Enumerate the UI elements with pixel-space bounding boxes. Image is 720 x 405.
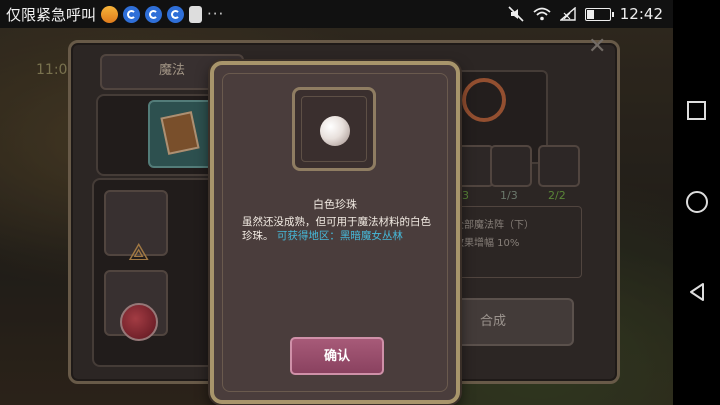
home-icon[interactable] (686, 191, 708, 213)
item-info-popup: 白色珍珠 虽然还没成熟，但可用于魔法材料的白色珍珠。 可获得地区：黑暗魔女丛林 … (210, 61, 460, 404)
carrier-text: 仅限紧急呼叫 (6, 5, 97, 24)
mute-icon (508, 6, 524, 22)
status-left: 仅限紧急呼叫 ··· (0, 4, 224, 25)
recent-apps-icon[interactable] (687, 101, 706, 120)
game-scene: 11:00 ✕ 魔法 ⟁ 3 1/3 2/2 全部魔法阵（下） 效果增幅 10%… (0, 28, 673, 405)
browser-app-icon-2 (145, 5, 163, 23)
battery-icon (584, 7, 614, 21)
navigation-bar (673, 0, 720, 405)
more-notifications-icon: ··· (207, 5, 225, 23)
clock: 12:42 (619, 5, 663, 23)
item-location: 可获得地区：黑暗魔女丛林 (276, 230, 403, 242)
white-pearl-icon (320, 116, 350, 146)
document-app-icon (189, 5, 203, 23)
wifi-icon (533, 7, 551, 21)
back-icon[interactable] (686, 281, 708, 303)
signal-icon (559, 7, 576, 21)
weather-app-icon (101, 5, 119, 23)
browser-app-icon (123, 5, 141, 23)
status-bar: 仅限紧急呼叫 ··· 12:42 (0, 0, 673, 28)
confirm-button[interactable]: 确认 (290, 337, 384, 375)
item-description: 虽然还没成熟，但可用于魔法材料的白色珍珠。 可获得地区：黑暗魔女丛林 (242, 215, 432, 243)
status-right: 12:42 (508, 5, 673, 23)
browser-app-icon-3 (167, 5, 185, 23)
item-name: 白色珍珠 (313, 198, 357, 211)
